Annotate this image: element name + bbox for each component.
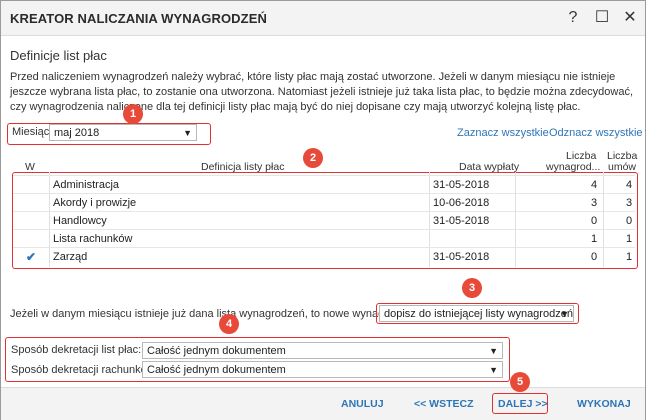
run-button[interactable]: WYKONAJ (577, 398, 631, 410)
table-row[interactable]: Handlowcy 31-05-2018 0 0 (13, 211, 635, 230)
row-contracts: 1 (626, 251, 633, 263)
table-row[interactable]: Administracja 31-05-2018 4 4 (13, 175, 635, 194)
chevron-down-icon: ▼ (489, 365, 498, 375)
deselect-all-link[interactable]: Odznacz wszystkie (549, 127, 643, 139)
month-value: maj 2018 (54, 127, 100, 139)
table-row[interactable]: ✔ Zarząd 31-05-2018 0 1 (13, 247, 635, 266)
row-contracts: 1 (626, 233, 633, 245)
row-date: 31-05-2018 (433, 251, 490, 263)
row-checkbox[interactable]: ✔ (26, 248, 36, 266)
row-date: 31-05-2018 (433, 179, 490, 191)
bills-decretation-select[interactable]: Całość jednym dokumentem ▼ (142, 361, 503, 378)
maximize-button[interactable]: ☐ (591, 7, 613, 29)
row-name: Lista rachunków (53, 233, 133, 245)
row-payrolls: 0 (591, 215, 598, 227)
description-text: Przed naliczeniem wynagrodzeń należy wyb… (10, 71, 634, 113)
payroll-decretation-value: Całość jednym dokumentem (147, 345, 286, 357)
wizard-window: KREATOR NALICZANIA WYNAGRODZEŃ ? ☐ ✕ Def… (0, 0, 646, 420)
select-all-link[interactable]: Zaznacz wszystkie (457, 127, 549, 139)
bills-decretation-value: Całość jednym dokumentem (147, 364, 286, 376)
chevron-down-icon: ▼ (183, 128, 192, 138)
row-payrolls: 0 (591, 251, 598, 263)
close-button[interactable]: ✕ (619, 7, 641, 29)
row-date: 31-05-2018 (433, 215, 490, 227)
section-title: Definicje list płac (10, 48, 107, 63)
window-title: KREATOR NALICZANIA WYNAGRODZEŃ (10, 11, 267, 26)
row-name: Zarząd (53, 251, 88, 263)
payroll-decretation-label: Sposób dekretacji list płac: (11, 344, 142, 356)
row-name: Akordy i prowizje (53, 197, 137, 209)
row-date: 10-06-2018 (433, 197, 490, 209)
row-contracts: 3 (626, 197, 633, 209)
table-row[interactable]: Lista rachunków 1 1 (13, 229, 635, 248)
chevron-down-icon: ▼ (489, 346, 498, 356)
month-select[interactable]: maj 2018 ▼ (49, 124, 197, 141)
annotation-badge-2: 2 (303, 148, 323, 168)
table-row[interactable]: Akordy i prowizje 10-06-2018 3 3 (13, 193, 635, 212)
annotation-badge-4: 4 (219, 314, 239, 334)
back-button[interactable]: << WSTECZ (414, 398, 474, 410)
existing-list-value: dopisz do istniejącej listy wynagrodzeń (384, 308, 573, 320)
row-contracts: 4 (626, 179, 633, 191)
row-payrolls: 3 (591, 197, 598, 209)
title-bar: KREATOR NALICZANIA WYNAGRODZEŃ ? ☐ ✕ (1, 1, 645, 36)
annotation-badge-1: 1 (123, 104, 143, 124)
payroll-decretation-select[interactable]: Całość jednym dokumentem ▼ (142, 342, 503, 359)
cancel-button[interactable]: ANULUJ (341, 398, 384, 410)
bills-decretation-label: Sposób dekretacji rachunków: (11, 364, 158, 376)
help-button[interactable]: ? (562, 7, 584, 29)
next-button[interactable]: DALEJ >> (498, 398, 548, 410)
annotation-badge-5: 5 (510, 372, 530, 392)
row-name: Handlowcy (53, 215, 107, 227)
footer-bar: ANULUJ << WSTECZ DALEJ >> WYKONAJ (1, 387, 645, 420)
row-contracts: 0 (626, 215, 633, 227)
row-payrolls: 4 (591, 179, 598, 191)
annotation-badge-3: 3 (462, 278, 482, 298)
chevron-down-icon: ▼ (560, 309, 569, 319)
row-name: Administracja (53, 179, 120, 191)
row-payrolls: 1 (591, 233, 598, 245)
month-label: Miesiąc: (12, 126, 53, 138)
existing-list-select[interactable]: dopisz do istniejącej listy wynagrodzeń … (379, 305, 574, 322)
